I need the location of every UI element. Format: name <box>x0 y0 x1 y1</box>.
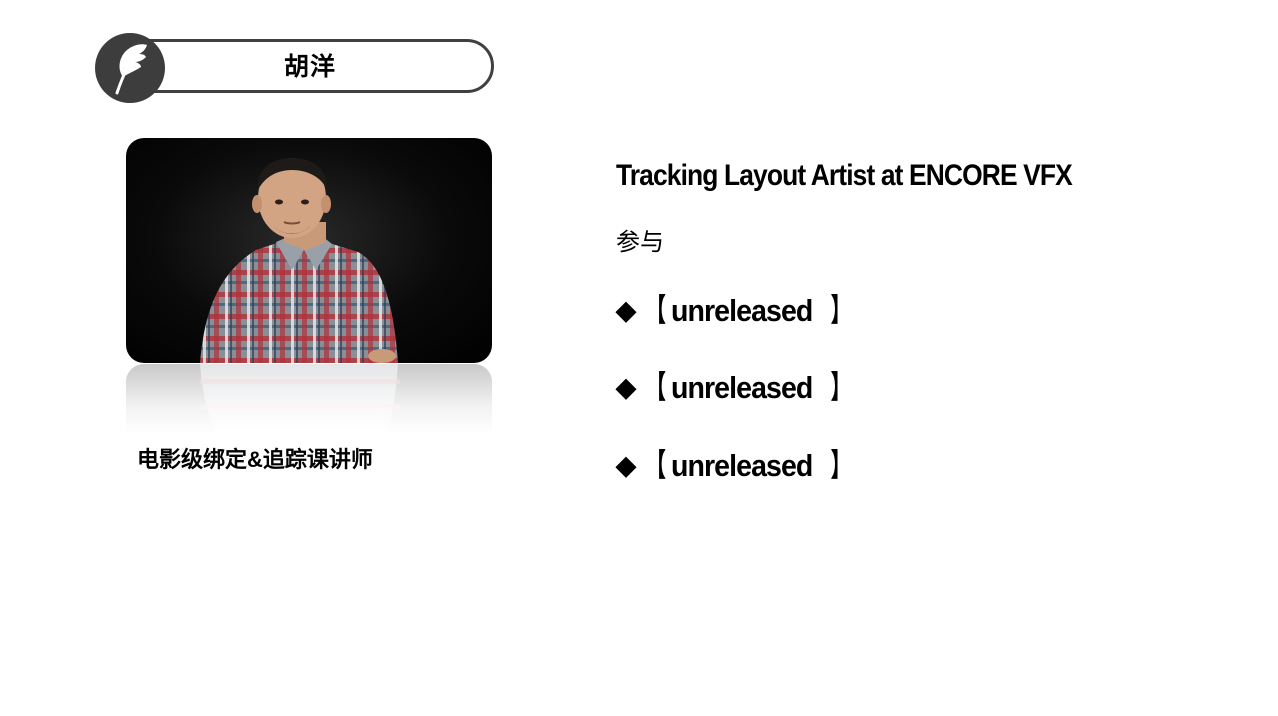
project-name: unreleased <box>671 448 813 483</box>
close-bracket: 】 <box>830 448 850 483</box>
open-bracket: 【 <box>647 448 666 483</box>
close-bracket: 】 <box>830 370 850 405</box>
instructor-caption: 电影级绑定&追踪课讲师 <box>137 447 373 472</box>
project-name: unreleased <box>671 370 813 405</box>
feather-icon <box>95 33 165 103</box>
photo-reflection <box>126 364 492 434</box>
instructor-photo <box>126 138 492 363</box>
close-bracket: 】 <box>830 293 850 328</box>
open-bracket: 【 <box>647 370 666 405</box>
project-item: ◆ 【 unreleased 】 <box>616 367 855 408</box>
open-bracket: 【 <box>647 293 666 328</box>
diamond-bullet-icon: ◆ <box>616 372 636 402</box>
project-item: ◆ 【 unreleased 】 <box>616 445 855 486</box>
instructor-name: 胡洋 <box>283 53 336 81</box>
project-name: unreleased <box>671 293 813 328</box>
diamond-bullet-icon: ◆ <box>616 450 636 480</box>
job-title: Tracking Layout Artist at ENCORE VFX <box>616 159 1073 192</box>
participate-label: 参与 <box>616 229 664 256</box>
project-item: ◆ 【unreleased 】 <box>616 290 855 331</box>
diamond-bullet-icon: ◆ <box>616 295 636 325</box>
